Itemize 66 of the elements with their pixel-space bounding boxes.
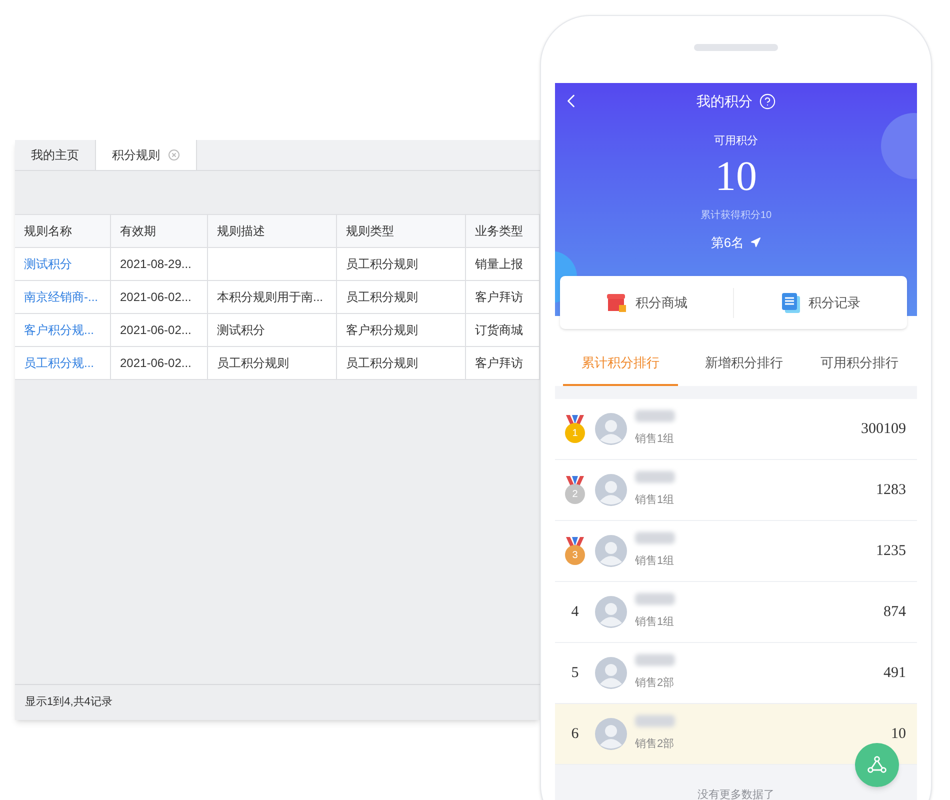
group-name: 销售1组 — [635, 493, 675, 508]
end-note: 没有更多数据了 — [698, 788, 774, 800]
points-value: 874 — [884, 602, 906, 622]
avatar-icon — [595, 413, 627, 445]
rank-number: 4 — [571, 602, 579, 622]
group-name: 销售2部 — [635, 736, 675, 752]
document-icon — [780, 292, 800, 314]
table-cell: 员工积分规则 — [337, 248, 466, 280]
table-cell: 2021-06-02... — [111, 281, 208, 313]
location-arrow-icon — [750, 236, 762, 248]
network-icon — [867, 756, 887, 774]
table-cell: 员工积分规则 — [337, 281, 466, 313]
table-cell: 员工积分规则 — [208, 347, 337, 379]
total-points: 累计获得积分10 — [700, 208, 772, 222]
avatar-icon — [595, 718, 627, 750]
column-header: 规则描述 — [208, 215, 337, 247]
help-icon[interactable] — [758, 92, 776, 110]
table-cell: 2021-08-29... — [111, 248, 208, 280]
table-cell: 客户积分规则 — [337, 314, 466, 346]
shortcut-button[interactable]: 积分商城 — [560, 288, 733, 318]
table-cell: 2021-06-02... — [111, 347, 208, 379]
avatar-icon — [595, 474, 627, 506]
column-header: 规则名称 — [15, 215, 111, 247]
table-cell: 员工积分规则 — [337, 347, 466, 379]
record-count: 显示1到4,共4记录 — [25, 695, 112, 710]
blurred-name — [635, 654, 675, 666]
blurred-name — [635, 532, 675, 544]
rule-link[interactable]: 测试积分 — [15, 248, 111, 280]
ranking-tab[interactable]: 新增积分排行 — [686, 342, 802, 386]
store-icon — [606, 292, 628, 312]
points-value: 1235 — [876, 542, 906, 561]
shortcut-button[interactable]: 积分记录 — [733, 288, 907, 318]
rule-link[interactable]: 南京经销商-... — [15, 281, 111, 313]
points-value: 10 — [891, 724, 906, 744]
avatar-icon — [595, 657, 627, 689]
blurred-name — [635, 593, 675, 606]
rank-number: 5 — [571, 664, 579, 683]
points-value: 300109 — [861, 420, 906, 439]
page-title: 我的积分 — [696, 92, 752, 110]
balance-value: 10 — [715, 156, 757, 198]
tab[interactable]: 积分规则 — [96, 140, 197, 170]
balance-label: 可用积分 — [714, 134, 758, 149]
medal-rank: 1 — [571, 427, 579, 441]
column-header: 规则类型 — [337, 215, 466, 247]
rule-link[interactable]: 客户积分规... — [15, 314, 111, 346]
rule-link[interactable]: 员工积分规... — [15, 347, 111, 379]
points-value: 491 — [884, 664, 906, 683]
medal-rank: 2 — [571, 488, 579, 502]
table-cell: 2021-06-02... — [111, 314, 208, 346]
rank-number: 6 — [571, 724, 579, 744]
blurred-name — [635, 471, 675, 484]
column-header: 有效期 — [111, 215, 208, 247]
blurred-name — [635, 410, 675, 422]
table-cell: 测试积分 — [208, 314, 337, 346]
group-name: 销售1组 — [635, 554, 675, 570]
group-name: 销售2部 — [635, 676, 675, 692]
blurred-name — [635, 715, 675, 728]
avatar-icon — [595, 535, 627, 567]
group-name: 销售1组 — [635, 432, 675, 448]
rank-text: 第6名 — [710, 234, 744, 252]
ranking-tab[interactable]: 可用积分排行 — [802, 342, 917, 386]
group-name: 销售1组 — [635, 615, 675, 630]
medal-rank: 3 — [571, 549, 579, 563]
points-value: 1283 — [876, 480, 906, 500]
table-cell: 本积分规则用于南... — [208, 281, 337, 313]
avatar-icon — [595, 596, 627, 628]
